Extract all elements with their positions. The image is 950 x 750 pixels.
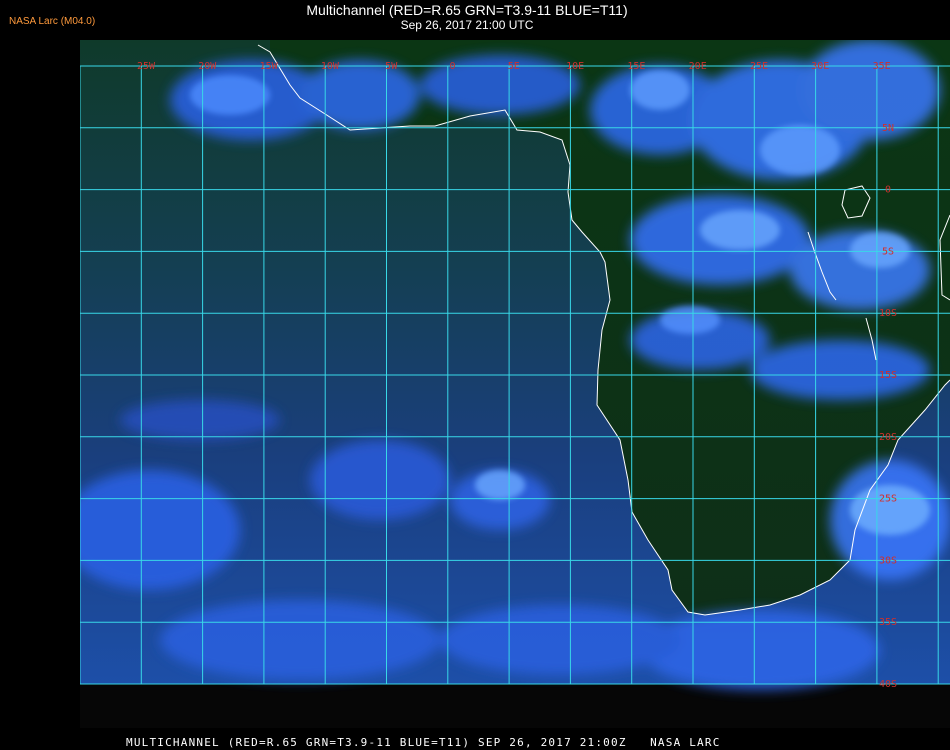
longitude-label: 30E	[811, 61, 829, 72]
longitude-label: 5E	[508, 61, 520, 72]
longitude-label: 35E	[873, 61, 891, 72]
latitude-label: 0	[885, 185, 891, 196]
image-footer-caption: MULTICHANNEL (RED=R.65 GRN=T3.9-11 BLUE=…	[126, 736, 721, 749]
latitude-label: 10S	[879, 308, 897, 319]
longitude-label: 10E	[566, 61, 584, 72]
longitude-label: 10W	[321, 61, 340, 72]
longitude-label: 25E	[750, 61, 768, 72]
longitude-label: 20W	[198, 61, 217, 72]
latitude-label: 25S	[879, 494, 897, 505]
latitude-label: 15S	[879, 370, 897, 381]
longitude-label: 5W	[385, 61, 398, 72]
latitude-label: 35S	[879, 617, 897, 628]
longitude-label: 15W	[260, 61, 279, 72]
longitude-label: 15E	[627, 61, 645, 72]
latitude-label: 20S	[879, 432, 897, 443]
latitude-label: 30S	[879, 555, 897, 566]
longitude-label: 25W	[137, 61, 156, 72]
latitude-label: 5N	[882, 123, 894, 134]
longitude-label: 20E	[689, 61, 707, 72]
latitude-label: 40S	[879, 679, 897, 690]
latitude-label: 5S	[882, 246, 894, 257]
satellite-map: 25W 20W 15W 10W 5W 0 5E 10E 15E 20E 25E 30E 35E 5N 0 5…	[80, 40, 950, 728]
longitude-label: 0	[449, 61, 455, 72]
map-frame-bottom	[80, 684, 950, 728]
